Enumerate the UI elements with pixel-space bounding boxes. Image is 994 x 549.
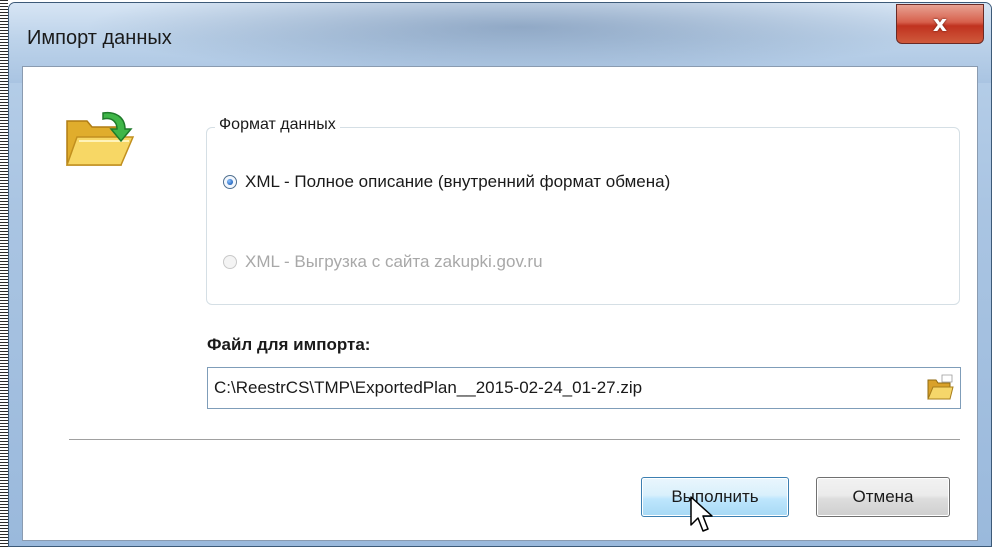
radio-option-xml-full[interactable]: XML - Полное описание (внутренний формат…: [223, 172, 670, 192]
radio-option-label: XML - Полное описание (внутренний формат…: [245, 172, 671, 191]
background-strip: [0, 0, 8, 549]
file-label: Файл для импорта:: [207, 335, 371, 354]
radio-option-xml-zakupki: XML - Выгрузка с сайта zakupki.gov.ru: [223, 252, 543, 272]
radio-selected-indicator[interactable]: [223, 175, 237, 189]
file-path-field[interactable]: C:\ReestrCS\TMP\ExportedPlan__2015-02-24…: [207, 367, 961, 409]
import-dialog: Импорт данных x Формат данных XML - Полн…: [8, 2, 992, 547]
mouse-pointer-icon: [690, 496, 713, 532]
folder-open-import-icon: [65, 111, 135, 166]
radio-option-label: XML - Выгрузка с сайта zakupki.gov.ru: [245, 252, 543, 271]
file-path-text: C:\ReestrCS\TMP\ExportedPlan__2015-02-24…: [214, 378, 643, 397]
window-title: Импорт данных: [27, 27, 172, 49]
cancel-button[interactable]: Отмена: [816, 477, 950, 517]
separator-line: [69, 439, 960, 441]
close-button[interactable]: x: [896, 4, 984, 44]
close-icon: x: [932, 11, 948, 37]
run-button[interactable]: Выполнить: [641, 477, 789, 517]
screen: Импорт данных x Формат данных XML - Полн…: [0, 0, 994, 549]
format-groupbox: Формат данных XML - Полное описание (вну…: [206, 116, 960, 305]
radio-disabled-indicator: [223, 255, 237, 269]
format-group-legend: Формат данных: [215, 116, 340, 134]
dialog-body: Формат данных XML - Полное описание (вну…: [22, 66, 978, 541]
folder-browse-icon[interactable]: [925, 373, 955, 403]
